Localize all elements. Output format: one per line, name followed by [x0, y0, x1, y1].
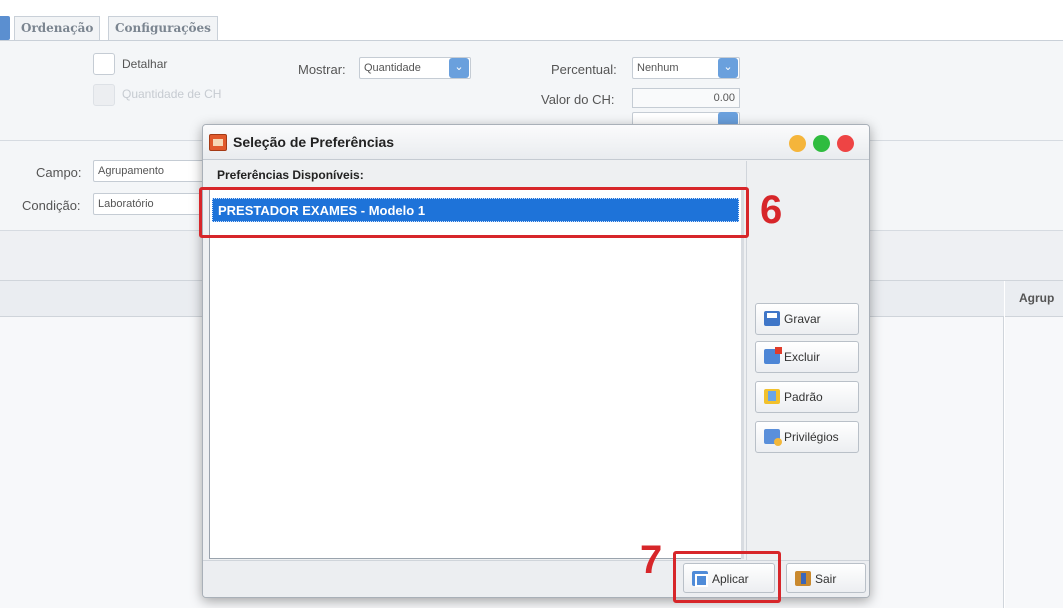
field-label: Campo: [36, 165, 82, 180]
default-button[interactable]: Padrão [755, 381, 859, 413]
preferences-list[interactable]: PRESTADOR EXAMES - Modelo 1 [209, 187, 742, 559]
list-divider [741, 187, 744, 559]
privileges-button[interactable]: Privilégios [755, 421, 859, 453]
minimize-button[interactable] [789, 135, 806, 152]
condition-select-value: Laboratório [98, 198, 154, 210]
delete-button-label: Excluir [784, 350, 821, 364]
right-grid-body [1005, 317, 1063, 608]
privileges-button-label: Privilégios [784, 430, 839, 444]
highlight-step-6 [199, 187, 749, 238]
ch-value-label: Valor do CH: [541, 92, 615, 107]
detail-label: Detalhar [122, 57, 168, 71]
step-7-number: 7 [640, 538, 663, 582]
condition-select[interactable]: Laboratório [93, 193, 205, 215]
exit-door-icon [795, 571, 811, 586]
default-icon [764, 389, 780, 404]
tab-configuracoes[interactable]: Configurações [108, 16, 218, 40]
chevron-down-icon: ⌄ [723, 61, 733, 73]
save-button[interactable]: Gravar [755, 303, 859, 335]
ch-value-field[interactable]: 0.00 [632, 88, 740, 108]
condition-label: Condição: [22, 198, 81, 213]
exit-button-label: Sair [815, 572, 837, 586]
default-button-label: Padrão [784, 390, 823, 404]
show-label: Mostrar: [298, 62, 346, 77]
right-grid-header-label: Agrup [1019, 291, 1055, 305]
highlight-step-7 [673, 551, 781, 603]
field-select-value: Agrupamento [98, 165, 165, 177]
delete-button[interactable]: Excluir [755, 341, 859, 373]
dialog-titlebar[interactable]: Seleção de Preferências [203, 125, 869, 160]
save-button-label: Gravar [784, 312, 821, 326]
show-select-value: Quantidade [364, 62, 421, 74]
maximize-button[interactable] [813, 135, 830, 152]
field-select[interactable]: Agrupamento [93, 160, 205, 182]
delete-icon [764, 347, 782, 364]
exit-button[interactable]: Sair [786, 563, 866, 593]
qty-ch-label: Quantidade de CH [122, 87, 222, 101]
chevron-down-icon: ⌄ [454, 61, 464, 73]
step-6-number: 6 [760, 188, 783, 232]
tab-strip-accent [0, 16, 10, 40]
list-header: Preferências Disponíveis: [217, 168, 364, 182]
dialog-title: Seleção de Preferências [233, 134, 395, 150]
app-icon [209, 134, 227, 151]
percent-label: Percentual: [551, 62, 617, 77]
ch-value-text: 0.00 [713, 92, 735, 104]
detail-checkbox[interactable] [93, 53, 115, 75]
percent-select-value: Nenhum [637, 62, 679, 74]
show-dropdown-button[interactable]: ⌄ [449, 58, 469, 78]
percent-dropdown-button[interactable]: ⌄ [718, 58, 738, 78]
tab-ordenacao[interactable]: Ordenação [14, 16, 101, 40]
save-icon [764, 311, 780, 326]
close-button[interactable] [837, 135, 854, 152]
right-grid-header: Agrup [1005, 281, 1063, 317]
privileges-icon [764, 429, 782, 446]
qty-ch-checkbox[interactable] [93, 84, 115, 106]
